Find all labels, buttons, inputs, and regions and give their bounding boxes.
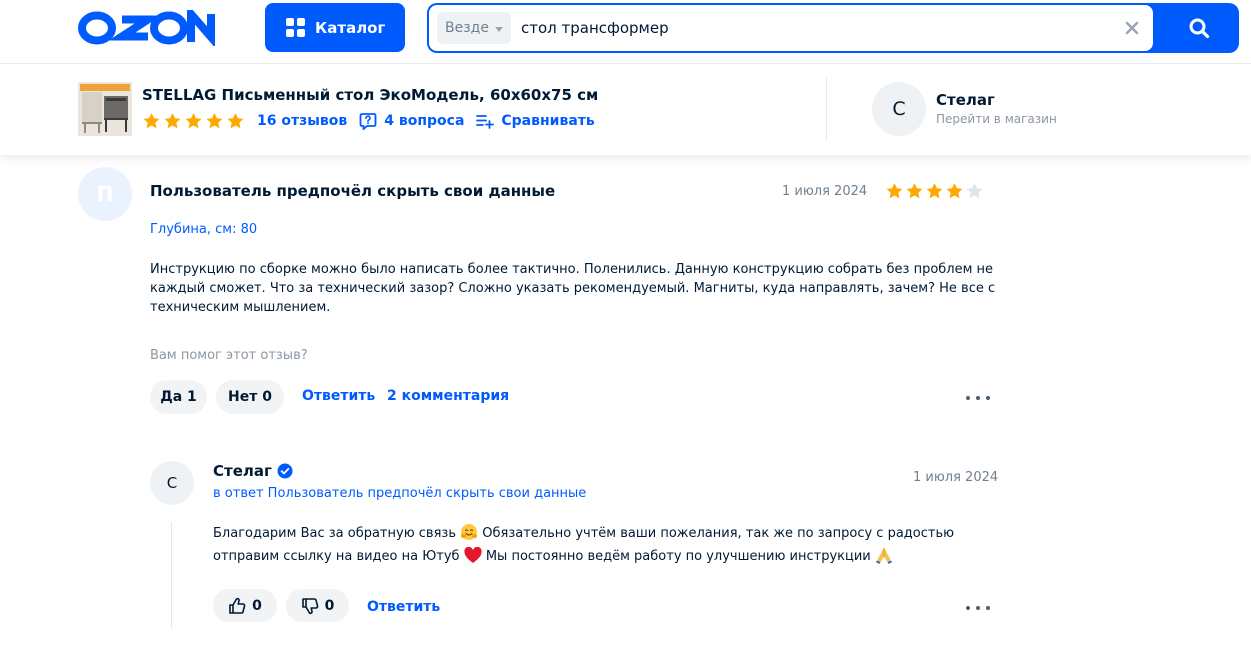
catalog-button[interactable]: Каталог	[265, 3, 405, 52]
in-reply-to-link[interactable]: в ответ Пользователь предпочёл скрыть св…	[213, 486, 586, 501]
compare-link-label: Сравнивать	[501, 113, 595, 129]
chevron-down-icon	[494, 26, 503, 32]
questions-link[interactable]: 4 вопроса	[359, 112, 464, 130]
reviewer-name: Пользователь предпочёл скрыть свои данны…	[150, 182, 556, 200]
reply-text-part-3: Мы постоянно ведём работу по улучшению и…	[485, 549, 871, 564]
star-icon	[926, 183, 943, 199]
reply-button[interactable]: Ответить	[302, 388, 375, 404]
reply-text-part-1: Благодарим Вас за обратную связь	[213, 526, 456, 541]
reviewer-avatar: П	[78, 167, 132, 221]
grid-icon	[286, 18, 305, 37]
search-icon	[1189, 18, 1210, 39]
compare-link[interactable]: Сравнивать	[476, 113, 595, 129]
go-to-shop-link[interactable]: Перейти в магазин	[936, 112, 1057, 126]
compare-icon	[476, 115, 495, 129]
folded-hands-emoji-icon	[875, 548, 892, 564]
star-icon	[206, 113, 223, 129]
star-icon	[886, 183, 903, 199]
catalog-label: Каталог	[315, 18, 386, 37]
helpful-question: Вам помог этот отзыв?	[150, 348, 308, 363]
verified-badge-icon	[277, 463, 293, 479]
review-date: 1 июля 2024	[782, 184, 868, 199]
reply-to-reply-button[interactable]: Ответить	[367, 599, 440, 615]
product-rating-stars	[142, 112, 245, 130]
ozon-logo-icon	[78, 3, 215, 48]
dislike-button[interactable]: 0	[286, 589, 349, 622]
seller-name-row[interactable]: Стелаг	[213, 462, 293, 480]
star-icon	[185, 113, 202, 129]
top-header: Каталог Везде	[0, 0, 1251, 64]
search-scope-dropdown[interactable]: Везде	[437, 12, 511, 44]
review-text: Инструкцию по сборке можно было написать…	[150, 262, 996, 315]
helpful-no-button[interactable]: Нет 0	[216, 380, 284, 414]
thumbs-up-icon	[229, 597, 246, 614]
like-count: 0	[252, 597, 262, 614]
reply-text: Благодарим Вас за обратную связь Обязате…	[213, 522, 1013, 568]
seller-name: Стелаг	[213, 462, 272, 480]
star-icon	[906, 183, 923, 199]
more-dots-icon[interactable]	[966, 598, 990, 618]
search-button[interactable]	[1159, 3, 1239, 53]
questions-link-label: 4 вопроса	[384, 113, 465, 129]
search-scope-label: Везде	[445, 20, 489, 36]
star-icon	[946, 183, 963, 199]
shop-avatar[interactable]: С	[872, 82, 926, 136]
review-rating-stars	[885, 182, 984, 200]
ozon-logo[interactable]	[78, 3, 224, 50]
star-empty-icon	[966, 183, 983, 199]
search-bar: Везде	[427, 3, 1239, 53]
close-icon[interactable]	[1123, 19, 1141, 37]
shop-name[interactable]: Стелаг	[936, 91, 995, 109]
reply-date: 1 июля 2024	[913, 470, 999, 485]
red-heart-emoji-icon	[464, 547, 482, 563]
product-thumbnail[interactable]	[78, 82, 132, 136]
divider	[826, 78, 827, 140]
star-icon	[164, 113, 181, 129]
dislike-count: 0	[324, 597, 335, 614]
reply-thread-line	[171, 522, 172, 628]
thumbs-down-icon	[301, 597, 318, 614]
review-parameter[interactable]: Глубина, см: 80	[150, 222, 257, 237]
more-dots-icon[interactable]	[966, 388, 990, 408]
question-icon	[359, 113, 377, 130]
comments-link[interactable]: 2 комментария	[387, 388, 509, 404]
product-title[interactable]: STELLAG Письменный стол ЭкоМодель, 60х60…	[142, 86, 598, 104]
hugging-face-emoji-icon	[461, 524, 478, 540]
search-field-container: Везде	[429, 5, 1153, 51]
search-input[interactable]	[521, 17, 1101, 39]
product-meta-row: 16 отзывов 4 вопроса Сравнивать	[142, 111, 595, 131]
product-summary-bar: STELLAG Письменный стол ЭкоМодель, 60х60…	[0, 64, 1251, 155]
reviews-link[interactable]: 16 отзывов	[257, 113, 347, 129]
star-icon	[227, 113, 244, 129]
seller-avatar[interactable]: С	[150, 461, 194, 505]
like-button[interactable]: 0	[213, 589, 277, 622]
helpful-yes-button[interactable]: Да 1	[150, 380, 207, 414]
star-icon	[143, 113, 160, 129]
